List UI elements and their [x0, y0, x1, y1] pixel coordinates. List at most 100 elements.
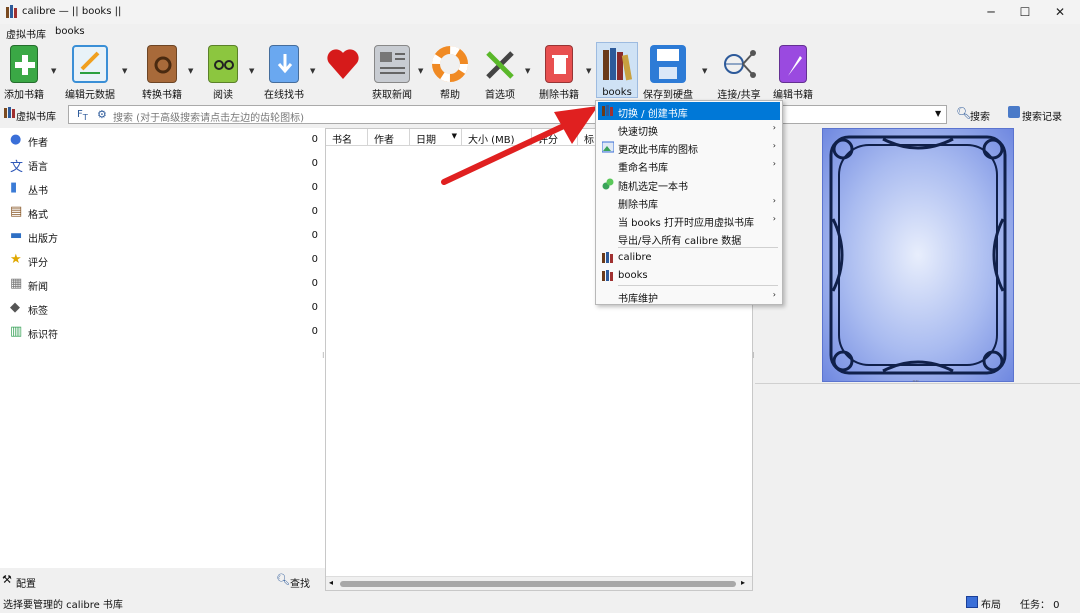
layout-button[interactable]: 布局: [981, 596, 1001, 611]
add-books-button[interactable]: 添加书籍: [4, 42, 44, 101]
language-icon: 文: [10, 160, 24, 175]
network-globe-icon: [721, 45, 757, 83]
tag-browser-count: 0: [311, 134, 318, 145]
tag-browser-item[interactable]: ★ 评分 0: [0, 248, 322, 272]
maximize-button[interactable]: ☐: [1008, 0, 1042, 24]
cover-splitter[interactable]: ····: [912, 377, 919, 386]
find-online-dropdown[interactable]: ▼: [310, 67, 315, 75]
tag-browser-item[interactable]: ▤ 格式 0: [0, 200, 322, 224]
edit-metadata-button[interactable]: 编辑元数据: [65, 42, 115, 101]
library-menu-item[interactable]: 更改此书库的图标 ›: [598, 138, 780, 156]
menu-virtual-library[interactable]: 虚拟书库: [6, 26, 46, 41]
library-menu-item[interactable]: 切换 / 创建书库: [598, 102, 780, 120]
search-history-dropdown[interactable]: ▼: [935, 109, 941, 118]
series-icon: ▮: [10, 180, 18, 195]
remove-books-button[interactable]: 删除书籍: [539, 42, 579, 101]
jobs-indicator[interactable]: 任务： 0: [1020, 596, 1060, 611]
fetch-news-button[interactable]: 获取新闻: [372, 42, 412, 101]
tag-browser-item[interactable]: ● 作者 0: [0, 128, 322, 152]
news-icon: ▦: [10, 276, 23, 291]
library-menu-label: 快速切换: [618, 127, 658, 138]
donate-heart-button[interactable]: [324, 42, 362, 98]
edit-metadata-icon: [72, 45, 108, 83]
library-menu-item[interactable]: 删除书库 ›: [598, 193, 780, 211]
convert-books-button[interactable]: 转换书籍: [142, 42, 182, 101]
library-menu-item[interactable]: 书库维护 ›: [598, 287, 780, 305]
find-button[interactable]: 查找: [290, 575, 310, 590]
tag-browser-label: 语言: [28, 162, 48, 173]
library-menu-label: 导出/导入所有 calibre 数据: [618, 236, 742, 247]
library-books-button[interactable]: books: [596, 42, 638, 98]
read-dropdown[interactable]: ▼: [249, 67, 254, 75]
read-button[interactable]: 阅读: [205, 42, 241, 101]
tag-browser-count: 0: [311, 254, 318, 265]
books-shelf-icon: [599, 46, 635, 84]
scroll-left-arrow[interactable]: ◂: [329, 578, 333, 587]
tools-icon: [482, 45, 518, 83]
convert-book-icon: [147, 45, 177, 83]
tag-browser-item[interactable]: 文语言 0: [0, 152, 322, 176]
books-icon: [602, 105, 614, 117]
heart-icon: [325, 45, 361, 83]
library-menu-item[interactable]: 快速切换 ›: [598, 120, 780, 138]
tag-browser-item[interactable]: ▬ 出版方 0: [0, 224, 322, 248]
minimize-button[interactable]: ─: [974, 0, 1008, 24]
library-menu-item[interactable]: 导出/导入所有 calibre 数据: [598, 229, 780, 247]
find-online-button[interactable]: 在线找书: [264, 42, 304, 101]
library-menu-item[interactable]: calibre: [598, 249, 780, 267]
search-text-icon[interactable]: FT: [77, 109, 88, 122]
books-icon: [602, 270, 614, 282]
horizontal-scrollbar[interactable]: ◂ ▸: [326, 576, 752, 590]
library-menu-label: calibre: [618, 252, 652, 263]
tag-browser-count: 0: [311, 230, 318, 241]
tag-browser-item[interactable]: ◆ 标签 0: [0, 296, 322, 320]
virtual-library-icon: [4, 107, 16, 119]
library-menu-item[interactable]: 当 books 打开时应用虚拟书库 ›: [598, 211, 780, 229]
column-header-title[interactable]: 书名: [326, 129, 368, 146]
preferences-button[interactable]: 首选项: [482, 42, 518, 101]
gear-icon[interactable]: ⚙: [97, 108, 107, 121]
annotation-arrow: [441, 106, 598, 185]
status-message: 选择要管理的 calibre 书库: [3, 600, 123, 611]
connect-share-button[interactable]: 连接/共享: [717, 42, 761, 101]
convert-dropdown[interactable]: ▼: [188, 67, 193, 75]
library-menu-item[interactable]: 随机选定一本书: [598, 175, 780, 193]
tag-browser-label: 新闻: [28, 282, 48, 293]
tag-browser-count: 0: [311, 302, 318, 313]
library-menu-item[interactable]: 重命名书库 ›: [598, 156, 780, 174]
add-books-dropdown[interactable]: ▼: [51, 67, 56, 75]
close-button[interactable]: ✕: [1043, 0, 1077, 24]
menu-separator: [618, 247, 778, 248]
star-icon: ★: [10, 252, 22, 267]
fetch-news-dropdown[interactable]: ▼: [418, 67, 423, 75]
book-cover: [822, 128, 1014, 382]
edit-book-button[interactable]: 编辑书籍: [773, 42, 813, 101]
tag-browser-item[interactable]: ▮ 丛书 0: [0, 176, 322, 200]
search-button[interactable]: 搜索: [970, 108, 990, 123]
virtual-library-button[interactable]: 虚拟书库: [16, 108, 56, 123]
edit-metadata-dropdown[interactable]: ▼: [122, 67, 127, 75]
scrollbar-thumb[interactable]: [340, 581, 736, 587]
configure-button[interactable]: 配置: [16, 575, 36, 590]
remove-dropdown[interactable]: ▼: [586, 67, 591, 75]
library-menu-label: 当 books 打开时应用虚拟书库: [618, 218, 754, 229]
save-dropdown[interactable]: ▼: [702, 67, 707, 75]
download-icon: [269, 45, 299, 83]
help-button[interactable]: 帮助: [432, 42, 468, 101]
save-to-disk-button[interactable]: 保存到硬盘: [643, 42, 693, 101]
library-menu-label: 重命名书库: [618, 163, 668, 174]
tag-browser-item[interactable]: ▦ 新闻 0: [0, 272, 322, 296]
image-icon: [601, 141, 615, 153]
tag-browser-count: 0: [311, 182, 318, 193]
saved-searches-button[interactable]: 搜索记录: [1022, 108, 1062, 123]
scroll-right-arrow[interactable]: ▸: [741, 578, 745, 587]
library-menu-label: 书库维护: [618, 294, 658, 305]
tag-browser: ● 作者 0 文语言 0 ▮ 丛书 0 ▤ 格式 0 ▬ 出版方 0 ★ 评分 0 ▦ 新闻 0 ◆ 标签 0 ▥ 标识符 0: [0, 128, 325, 568]
column-header-author[interactable]: 作者: [368, 129, 410, 146]
menu-library-books[interactable]: books: [55, 26, 85, 37]
tag-browser-item[interactable]: ▥ 标识符 0: [0, 320, 322, 344]
publisher-icon: ▬: [10, 228, 23, 243]
layout-icon: [966, 596, 978, 608]
library-menu-item[interactable]: books: [598, 267, 780, 285]
preferences-dropdown[interactable]: ▼: [525, 67, 530, 75]
